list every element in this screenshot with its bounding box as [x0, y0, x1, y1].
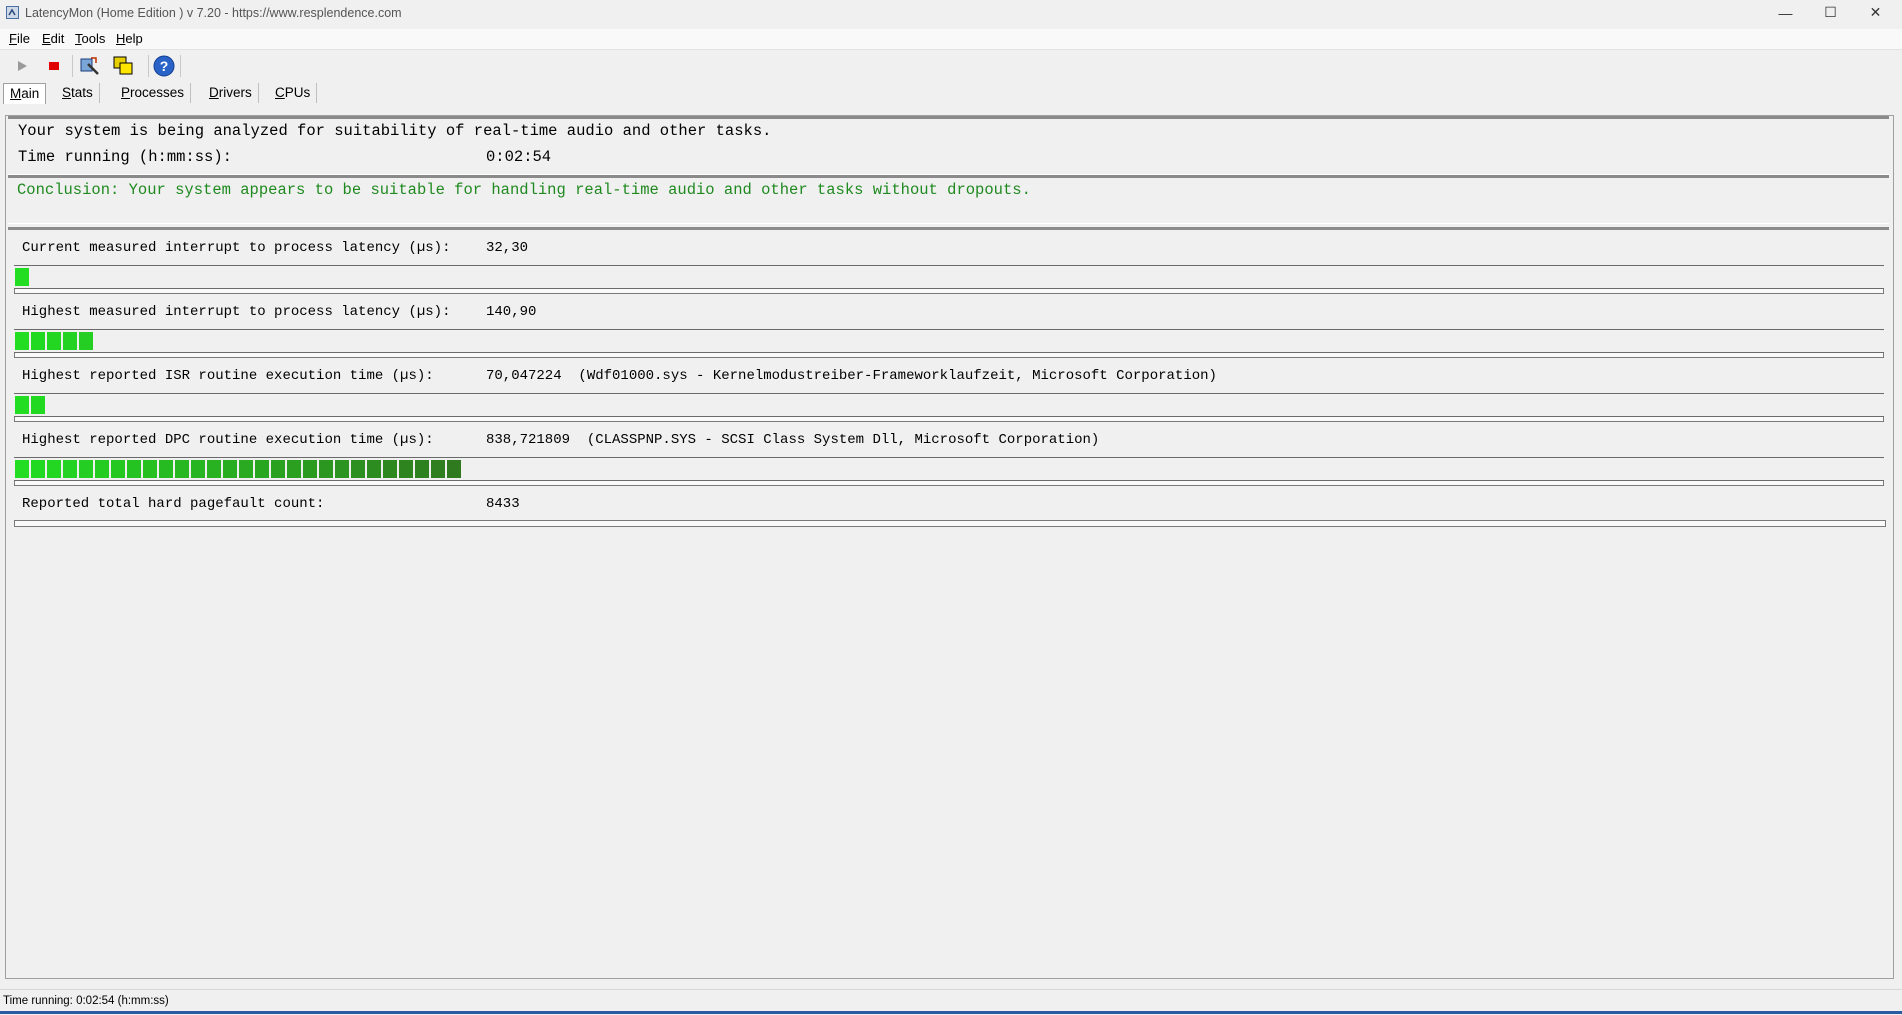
minimize-button[interactable]: — — [1763, 0, 1808, 25]
toolbar: ? — [0, 51, 1902, 81]
bar-segment — [31, 332, 45, 350]
latency-bar — [14, 329, 1884, 358]
bar-segment — [79, 332, 93, 350]
bar-segment — [223, 460, 237, 478]
metric-value: 32,30 — [486, 240, 529, 256]
toolbar-separator — [148, 55, 149, 77]
options-icon[interactable] — [111, 54, 135, 78]
title-bar: LatencyMon (Home Edition ) v 7.20 - http… — [0, 0, 1902, 25]
close-button[interactable]: ✕ — [1853, 0, 1898, 25]
bar-segment — [63, 460, 77, 478]
metrics-panel: Current measured interrupt to process la… — [8, 227, 1889, 978]
menu-help[interactable]: Help — [116, 31, 143, 46]
metric-label: Highest measured interrupt to process la… — [22, 304, 451, 320]
latency-bar — [14, 393, 1884, 422]
metric-value: 140,90 — [486, 304, 537, 320]
bar-segment — [47, 460, 61, 478]
bar-segment — [367, 460, 381, 478]
bar-segment — [239, 460, 253, 478]
bar-segment — [415, 460, 429, 478]
bar-segment — [335, 460, 349, 478]
bar-segment — [15, 332, 29, 350]
bar-segment — [63, 332, 77, 350]
bar-segment — [287, 460, 301, 478]
toolbar-separator — [180, 55, 181, 77]
bar-segment — [79, 460, 93, 478]
bar-segment — [159, 460, 173, 478]
bar-segment — [15, 268, 29, 286]
conclusion-box: Conclusion: Your system appears to be su… — [8, 175, 1889, 224]
bar-segment — [351, 460, 365, 478]
maximize-button[interactable]: ☐ — [1808, 0, 1853, 25]
bar-segment — [111, 460, 125, 478]
bar-segment — [255, 460, 269, 478]
bar-segment — [383, 460, 397, 478]
time-running-label: Time running (h:mm:ss): — [18, 148, 232, 166]
metric-label: Current measured interrupt to process la… — [22, 240, 451, 256]
status-text: Time running: 0:02:54 (h:mm:ss) — [3, 995, 169, 1007]
tab-cpus[interactable]: CPUs — [269, 83, 318, 103]
menu-bar: File Edit Tools Help — [0, 29, 1902, 50]
latency-bar — [14, 457, 1884, 486]
tab-stats[interactable]: Stats — [56, 83, 100, 103]
analysis-box: Your system is being analyzed for suitab… — [8, 116, 1889, 175]
metric-value: 8433 — [486, 496, 520, 512]
bar-fill — [15, 268, 31, 286]
bar-fill — [15, 460, 463, 478]
menu-tools[interactable]: Tools — [75, 31, 105, 46]
bar-segment — [207, 460, 221, 478]
bar-segment — [127, 460, 141, 478]
app-icon — [6, 6, 19, 19]
window-title: LatencyMon (Home Edition ) v 7.20 - http… — [25, 6, 402, 20]
menu-edit[interactable]: Edit — [42, 31, 64, 46]
bar-segment — [175, 460, 189, 478]
bar-segment — [319, 460, 333, 478]
bar-segment — [399, 460, 413, 478]
tab-main[interactable]: Main — [3, 83, 47, 104]
tab-processes[interactable]: Processes — [115, 83, 192, 103]
update-icon[interactable] — [78, 54, 102, 78]
bar-segment — [31, 396, 45, 414]
metric-value: 70,047224 (Wdf01000.sys - Kernelmodustre… — [486, 368, 1217, 384]
bar-segment — [15, 460, 29, 478]
bar-segment — [191, 460, 205, 478]
bar-segment — [15, 396, 29, 414]
metric-value: 838,721809 (CLASSPNP.SYS - SCSI Class Sy… — [486, 432, 1100, 448]
main-panel: Your system is being analyzed for suitab… — [5, 115, 1894, 979]
time-running-value: 0:02:54 — [486, 148, 552, 166]
bar-segment — [431, 460, 445, 478]
conclusion-text: Conclusion: Your system appears to be su… — [17, 181, 1031, 199]
help-icon[interactable]: ? — [152, 54, 176, 78]
metric-label: Highest reported DPC routine execution t… — [22, 432, 434, 448]
bar-segment — [31, 460, 45, 478]
bar-fill — [15, 396, 47, 414]
pagefault-separator — [14, 520, 1886, 527]
toolbar-separator — [72, 55, 73, 77]
tab-drivers[interactable]: Drivers — [203, 83, 259, 103]
bar-fill — [15, 332, 95, 350]
bar-segment — [143, 460, 157, 478]
bar-segment — [271, 460, 285, 478]
metric-label: Highest reported ISR routine execution t… — [22, 368, 434, 384]
bar-segment — [447, 460, 461, 478]
analysis-text: Your system is being analyzed for suitab… — [18, 122, 772, 140]
svg-text:?: ? — [160, 58, 169, 74]
tab-bar: Main Stats Processes Drivers CPUs — [0, 81, 1902, 105]
bar-segment — [303, 460, 317, 478]
play-icon[interactable] — [10, 54, 34, 78]
bar-segment — [47, 332, 61, 350]
menu-file[interactable]: File — [9, 31, 30, 46]
metric-label: Reported total hard pagefault count: — [22, 496, 325, 512]
bar-segment — [95, 460, 109, 478]
latency-bar — [14, 265, 1884, 294]
stop-icon[interactable] — [42, 54, 66, 78]
